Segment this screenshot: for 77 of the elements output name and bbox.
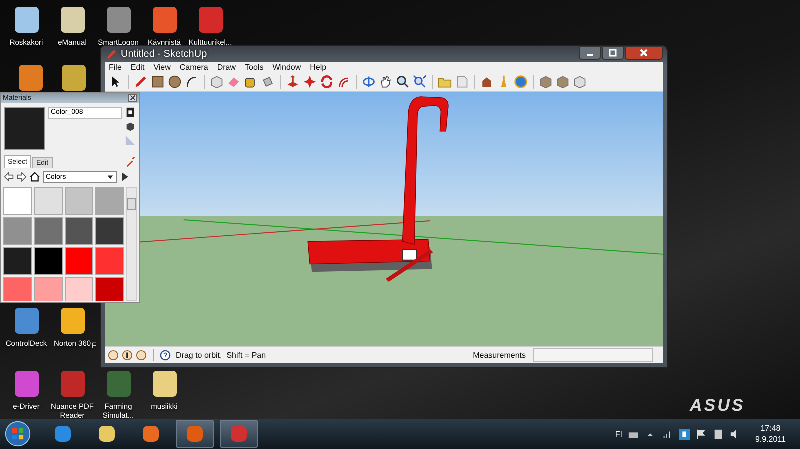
wallpaper-logo: ASUS xyxy=(690,396,746,416)
circle-icon[interactable] xyxy=(168,75,182,89)
box-icon[interactable] xyxy=(573,75,587,89)
caret-icon xyxy=(107,174,114,180)
menu-item[interactable]: File xyxy=(109,63,122,72)
color-swatch[interactable] xyxy=(3,217,32,245)
menu-item[interactable]: Draw xyxy=(217,63,236,72)
status-hint: Drag to orbit. Shift = Pan xyxy=(176,350,266,360)
details-arrow-icon[interactable] xyxy=(120,172,130,182)
start-button[interactable] xyxy=(4,420,32,448)
push-pull-icon[interactable] xyxy=(286,75,300,89)
box-icon[interactable] xyxy=(125,121,136,132)
sketchup-icon xyxy=(229,424,249,444)
zoom-icon[interactable] xyxy=(396,75,410,89)
close-icon xyxy=(130,95,136,101)
arc-icon[interactable] xyxy=(185,75,199,89)
house-icon[interactable] xyxy=(480,75,494,89)
close-icon xyxy=(639,48,649,58)
menu-item[interactable]: Edit xyxy=(130,63,145,72)
move-arrows-icon[interactable] xyxy=(303,75,317,89)
menu-item[interactable]: Tools xyxy=(245,63,264,72)
pencil-icon[interactable] xyxy=(134,75,148,89)
measurements-label: Measurements xyxy=(473,350,526,360)
hand-icon[interactable] xyxy=(379,75,393,89)
rotate-icon[interactable] xyxy=(320,75,334,89)
close-button[interactable] xyxy=(128,94,137,102)
menu-item[interactable]: Window xyxy=(272,63,302,72)
clock-time[interactable]: 17:48 xyxy=(760,423,781,434)
menu-item[interactable]: Help xyxy=(310,63,327,72)
firefox-icon xyxy=(185,424,205,444)
rectangle-icon[interactable] xyxy=(151,75,165,89)
offset-icon[interactable] xyxy=(337,75,351,89)
color-swatch[interactable] xyxy=(64,277,94,301)
forward-arrow-icon[interactable] xyxy=(17,172,27,182)
color-swatch[interactable] xyxy=(3,247,32,275)
color-swatch[interactable] xyxy=(64,187,94,215)
color-swatch[interactable] xyxy=(95,277,124,301)
orbit-icon[interactable] xyxy=(362,75,376,89)
measurements-field[interactable] xyxy=(533,348,653,362)
flag-icon[interactable] xyxy=(696,428,708,440)
zoom-extents-icon[interactable] xyxy=(413,75,427,89)
media-player-icon xyxy=(141,424,161,444)
current-material-swatch xyxy=(4,107,45,150)
maximize-button[interactable] xyxy=(602,46,624,60)
color-swatch[interactable] xyxy=(64,217,94,245)
maximize-icon xyxy=(608,48,618,58)
globe-icon[interactable] xyxy=(514,75,528,89)
box-up-icon[interactable] xyxy=(556,75,570,89)
color-swatch[interactable] xyxy=(95,217,124,245)
menu-item[interactable]: View xyxy=(154,63,171,72)
eyedropper-icon[interactable] xyxy=(125,156,136,166)
color-swatch[interactable] xyxy=(34,217,62,245)
color-swatch[interactable] xyxy=(3,187,32,215)
minimize-button[interactable] xyxy=(579,46,601,60)
back-arrow-icon[interactable] xyxy=(4,172,14,182)
scrollbar[interactable] xyxy=(126,187,137,301)
menu-item[interactable]: Camera xyxy=(180,63,208,72)
pencil-icon xyxy=(105,48,117,60)
color-swatch[interactable] xyxy=(34,187,62,215)
color-swatch[interactable] xyxy=(34,247,62,275)
color-swatch[interactable] xyxy=(95,187,124,215)
folder-icon[interactable] xyxy=(438,75,452,89)
color-swatch[interactable] xyxy=(34,277,62,301)
box-down-icon[interactable] xyxy=(539,75,553,89)
language-indicator[interactable]: FI xyxy=(615,430,622,438)
cube-icon[interactable] xyxy=(210,75,224,89)
color-swatch[interactable] xyxy=(3,277,32,301)
window-title: Untitled - SketchUp xyxy=(121,48,208,60)
viewport[interactable] xyxy=(105,92,663,346)
browser-icon xyxy=(53,424,73,444)
folder-icon xyxy=(97,424,117,444)
color-swatch[interactable] xyxy=(64,247,94,275)
color-swatch[interactable] xyxy=(95,247,124,275)
close-button[interactable] xyxy=(625,46,663,60)
help-icon[interactable] xyxy=(160,350,171,360)
clock-date[interactable]: 9.9.2011 xyxy=(755,434,786,445)
home-icon[interactable] xyxy=(30,172,40,182)
